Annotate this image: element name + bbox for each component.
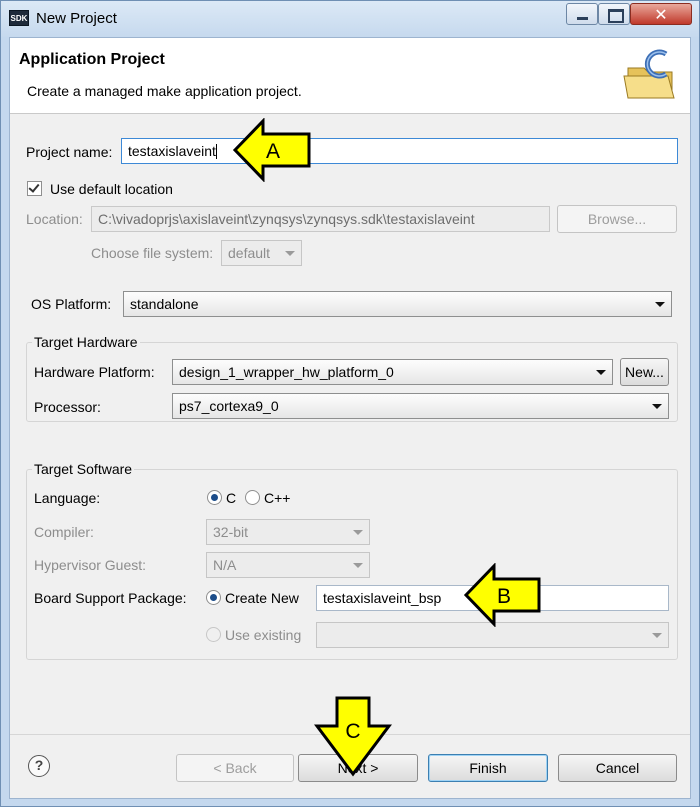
language-cpp-radio[interactable]: [245, 490, 260, 505]
target-hardware-title: Target Hardware: [32, 334, 140, 350]
compiler-value: 32-bit: [213, 524, 249, 540]
os-platform-select[interactable]: standalone: [123, 291, 672, 317]
window-title: New Project: [36, 10, 117, 27]
choose-file-system-label: Choose file system:: [91, 245, 214, 261]
minimize-button[interactable]: [566, 3, 598, 25]
processor-value: ps7_cortexa9_0: [179, 398, 279, 414]
close-button[interactable]: ✕: [630, 3, 692, 25]
hypervisor-guest-label: Hypervisor Guest:: [34, 557, 147, 573]
annotation-arrow-b: B: [464, 563, 541, 627]
compiler-label: Compiler:: [34, 524, 94, 540]
board-support-package-label: Board Support Package:: [34, 590, 187, 606]
finish-button[interactable]: Finish: [428, 754, 548, 782]
chevron-down-icon: [353, 530, 363, 535]
sdk-app-icon: SDK: [9, 10, 29, 26]
language-label: Language:: [34, 490, 101, 506]
language-c-label[interactable]: C: [226, 490, 236, 506]
annotation-c-label: C: [345, 720, 360, 743]
language-c-radio[interactable]: [207, 490, 222, 505]
chevron-down-icon: [353, 563, 363, 568]
back-button[interactable]: < Back: [176, 754, 294, 782]
file-system-select[interactable]: default: [221, 240, 302, 266]
maximize-button[interactable]: [598, 3, 630, 25]
language-cpp-label[interactable]: C++: [264, 490, 290, 506]
location-label: Location:: [26, 211, 83, 227]
chevron-down-icon: [285, 251, 295, 256]
chevron-down-icon: [596, 370, 606, 375]
page-title: Application Project: [19, 51, 165, 68]
check-icon: [28, 181, 40, 193]
project-name-input[interactable]: testaxislaveint: [121, 138, 678, 164]
hardware-platform-select[interactable]: design_1_wrapper_hw_platform_0: [172, 359, 613, 385]
annotation-a-label: A: [266, 140, 280, 163]
os-platform-label: OS Platform:: [31, 296, 112, 312]
dialog-client-area: Application Project Create a managed mak…: [9, 37, 691, 799]
chevron-down-icon: [655, 302, 665, 307]
os-platform-value: standalone: [130, 296, 199, 312]
help-icon[interactable]: ?: [28, 755, 50, 777]
wizard-banner: Application Project Create a managed mak…: [10, 38, 690, 114]
use-default-location-label[interactable]: Use default location: [50, 181, 173, 197]
file-system-value: default: [228, 245, 271, 261]
title-bar[interactable]: SDK New Project ✕: [1, 1, 699, 37]
close-icon: ✕: [654, 7, 668, 24]
text-caret: [215, 144, 217, 159]
annotation-arrow-a: A: [233, 118, 311, 182]
bsp-use-existing-label[interactable]: Use existing: [225, 627, 301, 643]
chevron-down-icon: [652, 633, 662, 638]
bsp-create-new-label[interactable]: Create New: [225, 590, 299, 606]
project-name-label: Project name:: [26, 144, 113, 160]
processor-select[interactable]: ps7_cortexa9_0: [172, 393, 669, 419]
bsp-create-new-radio[interactable]: [206, 590, 221, 605]
compiler-select[interactable]: 32-bit: [206, 519, 370, 545]
cancel-button[interactable]: Cancel: [558, 754, 677, 782]
use-default-location-checkbox[interactable]: [27, 181, 42, 196]
bsp-use-existing-radio[interactable]: [206, 627, 221, 642]
processor-label: Processor:: [34, 399, 101, 415]
project-name-value: testaxislaveint: [128, 143, 216, 159]
new-hardware-platform-button[interactable]: New...: [620, 358, 669, 386]
new-project-window: SDK New Project ✕ Application Project Cr…: [0, 0, 700, 807]
annotation-b-label: B: [497, 585, 511, 608]
chevron-down-icon: [652, 404, 662, 409]
hardware-platform-label: Hardware Platform:: [34, 364, 155, 380]
hardware-platform-value: design_1_wrapper_hw_platform_0: [179, 364, 394, 380]
hypervisor-guest-select[interactable]: N/A: [206, 552, 370, 578]
hypervisor-guest-value: N/A: [213, 557, 237, 573]
location-input[interactable]: C:\vivadoprjs\axislaveint\zynqsys\zynqsy…: [91, 206, 550, 232]
browse-button[interactable]: Browse...: [557, 205, 677, 233]
annotation-arrow-c: C: [314, 696, 392, 777]
target-software-title: Target Software: [32, 461, 135, 477]
c-project-folder-icon: [623, 49, 675, 99]
page-description: Create a managed make application projec…: [27, 83, 302, 99]
